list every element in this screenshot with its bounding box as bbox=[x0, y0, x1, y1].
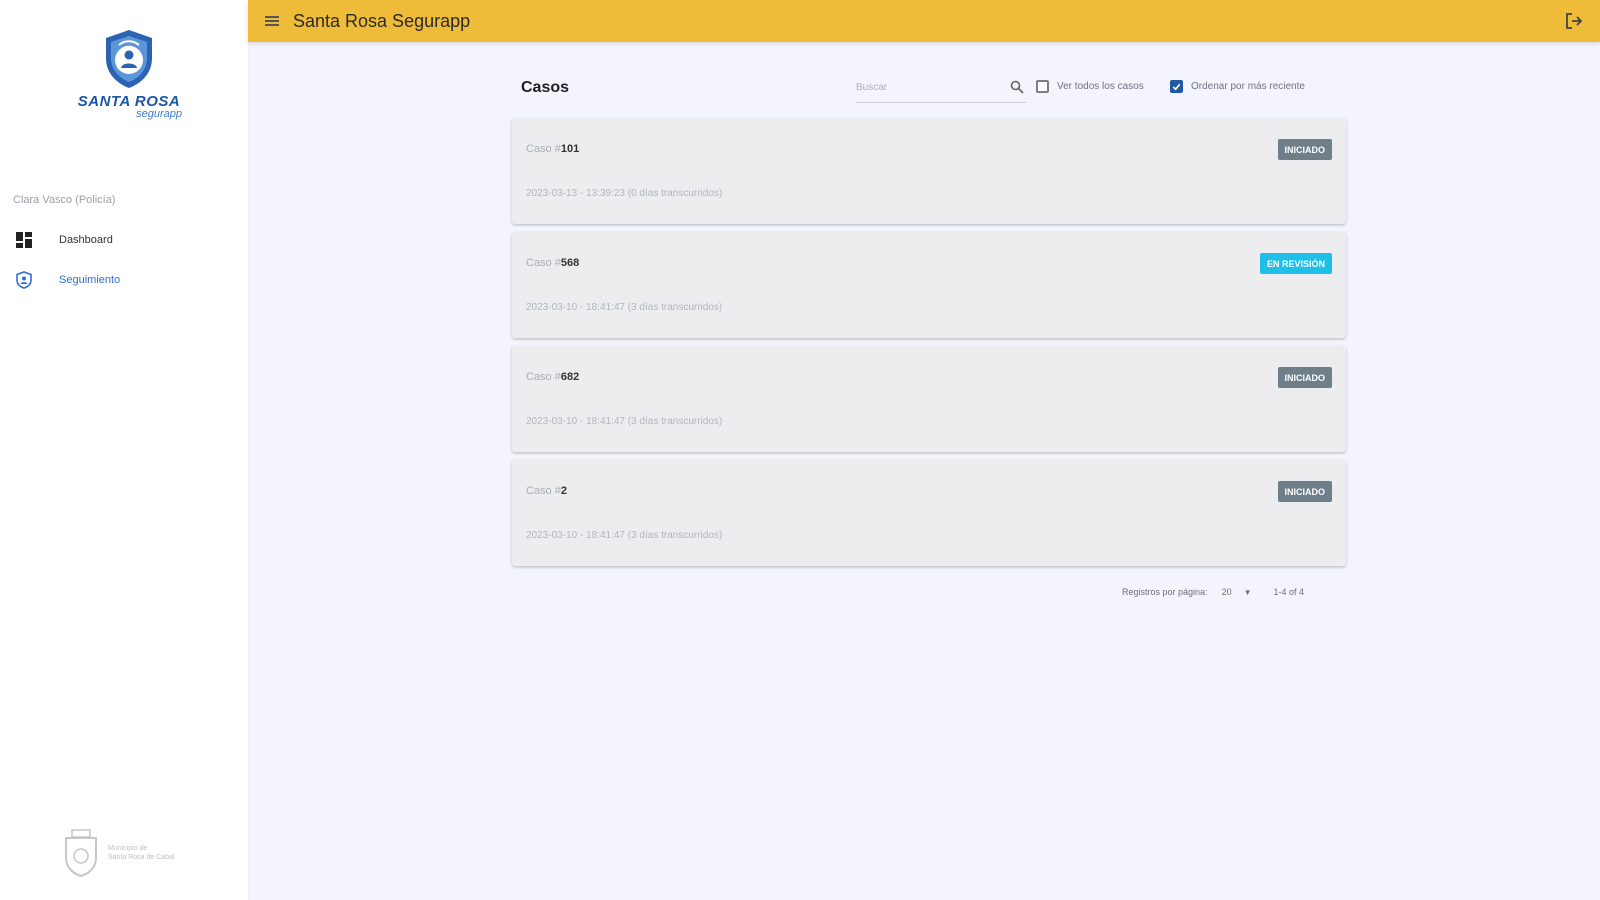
case-card[interactable]: Caso #2 INICIADO 2023-03-10 - 18:41:47 (… bbox=[512, 460, 1346, 566]
app-logo: SANTA ROSA segurapp bbox=[70, 28, 188, 128]
search-input[interactable] bbox=[856, 76, 996, 98]
case-date: 2023-03-13 - 13:39:23 (0 días transcurri… bbox=[526, 188, 723, 199]
case-number: Caso #2 bbox=[526, 485, 567, 497]
page-title: Casos bbox=[521, 79, 570, 96]
coat-of-arms-icon bbox=[65, 829, 97, 878]
status-badge: EN REVISIÓN bbox=[1259, 253, 1332, 274]
rows-per-page-value: 20 bbox=[1221, 587, 1232, 597]
cases-toolbar: Casos Ver todos los casos Ordenar por má… bbox=[512, 74, 1332, 103]
municipality-text: Municipio de Santa Rosa de Cabal bbox=[108, 845, 175, 861]
rows-per-page-label: Registros por página: bbox=[1122, 587, 1208, 597]
status-badge: INICIADO bbox=[1277, 367, 1332, 388]
case-card[interactable]: Caso #101 INICIADO 2023-03-13 - 13:39:23… bbox=[512, 118, 1346, 224]
sidebar: SANTA ROSA segurapp Clara Vasco (Policía… bbox=[0, 0, 249, 900]
case-date: 2023-03-10 - 18:41:47 (3 días transcurri… bbox=[526, 302, 723, 313]
municipality-logo: Municipio de Santa Rosa de Cabal bbox=[62, 828, 188, 878]
checkbox-unchecked[interactable] bbox=[1036, 80, 1049, 93]
logo-shield-icon bbox=[106, 30, 152, 88]
case-number: Caso #682 bbox=[526, 371, 580, 383]
rows-per-page-select[interactable]: 20 ▼ bbox=[1222, 587, 1252, 597]
case-card[interactable]: Caso #568 EN REVISIÓN 2023-03-10 - 18:41… bbox=[512, 232, 1346, 338]
user-name: Clara Vasco (Policía) bbox=[13, 194, 116, 206]
checkbox-label: Ver todos los casos bbox=[1057, 81, 1144, 92]
sidebar-item-label: Seguimiento bbox=[59, 274, 121, 286]
logo-name: SANTA ROSA bbox=[77, 93, 181, 110]
sidebar-item-label: Dashboard bbox=[59, 234, 113, 246]
case-number: Caso #101 bbox=[526, 143, 580, 155]
checkbox-label: Ordenar por más reciente bbox=[1191, 81, 1305, 92]
logo-subtitle: segurapp bbox=[136, 108, 182, 120]
search-field[interactable] bbox=[856, 76, 1026, 103]
view-all-cases-checkbox[interactable]: Ver todos los casos bbox=[1036, 80, 1144, 93]
pagination: Registros por página: 20 ▼ 1-4 of 4 bbox=[1122, 584, 1304, 600]
page-range: 1-4 of 4 bbox=[1273, 587, 1305, 597]
sort-recent-checkbox[interactable]: Ordenar por más reciente bbox=[1170, 80, 1305, 93]
chevron-down-icon: ▼ bbox=[1243, 587, 1252, 597]
shield-user-icon bbox=[15, 271, 33, 289]
status-badge: INICIADO bbox=[1277, 481, 1332, 502]
case-date: 2023-03-10 - 18:41:47 (3 días transcurri… bbox=[526, 416, 723, 427]
case-date: 2023-03-10 - 18:41:47 (3 días transcurri… bbox=[526, 530, 723, 541]
logout-icon[interactable] bbox=[1564, 11, 1584, 31]
sidebar-item-dashboard[interactable]: Dashboard bbox=[0, 225, 248, 255]
check-icon bbox=[1172, 83, 1181, 90]
search-icon[interactable] bbox=[1010, 80, 1024, 99]
case-card[interactable]: Caso #682 INICIADO 2023-03-10 - 18:41:47… bbox=[512, 346, 1346, 452]
dashboard-icon bbox=[15, 231, 33, 249]
sidebar-item-seguimiento[interactable]: Seguimiento bbox=[0, 265, 248, 295]
top-app-bar: Santa Rosa Segurapp bbox=[248, 0, 1600, 42]
menu-icon[interactable] bbox=[263, 12, 281, 30]
case-number: Caso #568 bbox=[526, 257, 580, 269]
app-title: Santa Rosa Segurapp bbox=[293, 10, 471, 31]
status-badge: INICIADO bbox=[1277, 139, 1332, 160]
checkbox-checked[interactable] bbox=[1170, 80, 1183, 93]
